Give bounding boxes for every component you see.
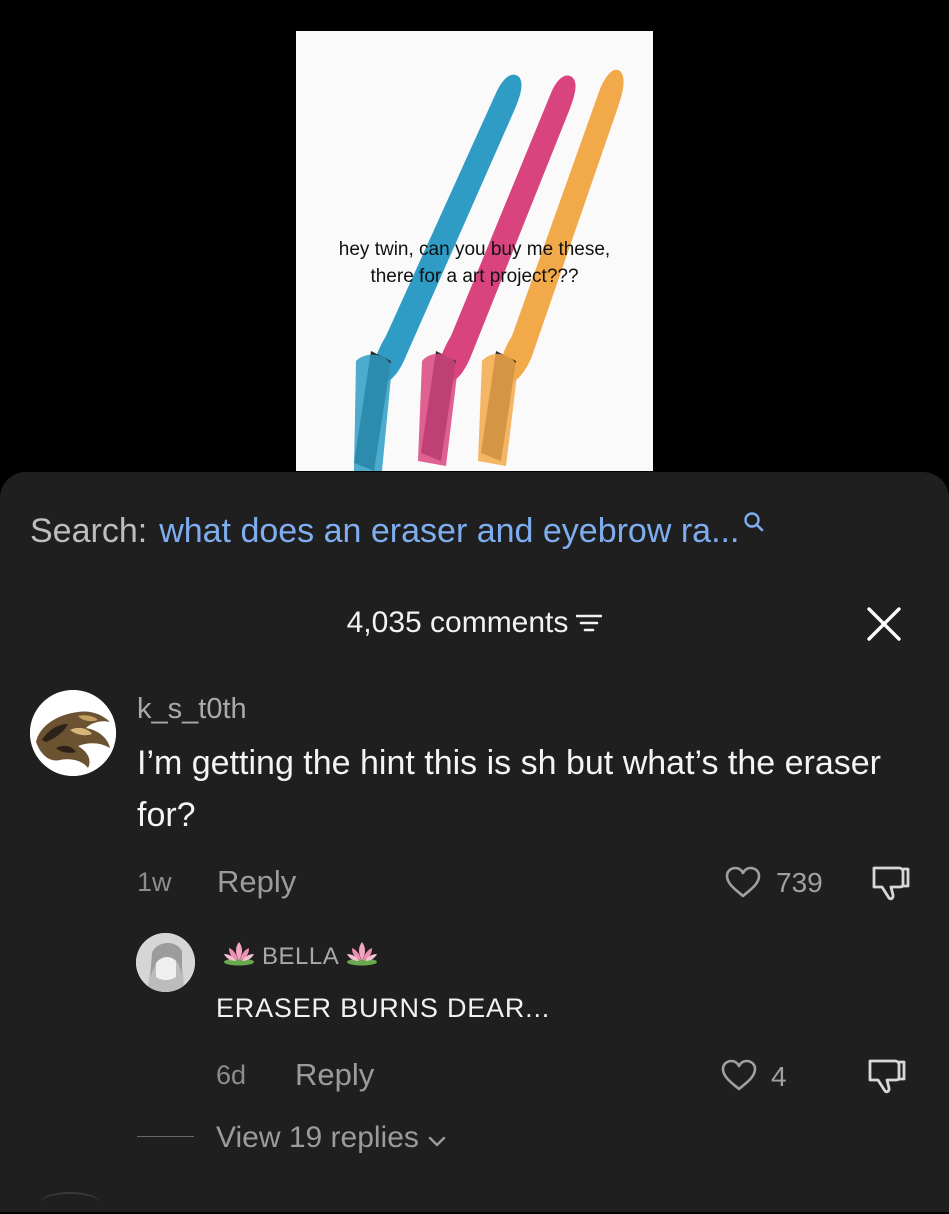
dislike-icon[interactable] [865,1057,907,1100]
heart-icon[interactable] [720,1058,758,1097]
lotus-icon [345,940,379,973]
caption-line-1: hey twin, can you buy me these, [338,239,611,260]
thread-divider [137,1136,194,1137]
search-prefix: Search: [30,511,148,550]
reply-time: 6d [216,1060,247,1090]
video-caption: hey twin, can you buy me these, there fo… [296,236,653,290]
view-replies-label: View 19 replies [216,1121,419,1154]
search-icon[interactable] [743,503,765,542]
reply-avatar[interactable] [136,933,195,992]
view-replies-button[interactable]: View 19 replies [216,1119,447,1157]
chevron-down-icon [427,1123,447,1157]
comment-username[interactable]: k_s_t0th [137,693,247,726]
reply-like-count: 4 [771,1061,787,1092]
dislike-icon[interactable] [869,864,911,907]
lotus-icon [222,940,256,973]
comment-text: I’m getting the hint this is sh but what… [137,744,881,834]
close-icon[interactable] [866,606,902,647]
avatar[interactable] [30,690,116,776]
reply-reply-button[interactable]: Reply [295,1057,374,1093]
video-thumbnail[interactable]: hey twin, can you buy me these, there fo… [296,31,653,471]
next-comment-avatar [40,1192,100,1214]
reply-text: ERASER BURNS DEAR... [216,993,551,1023]
comments-header: 4,035 comments [0,600,949,646]
reply-username-text: BELLA [262,942,340,970]
reply-username[interactable]: BELLA [216,940,385,973]
reply-button[interactable]: Reply [217,864,296,900]
search-query[interactable]: what does an eraser and eyebrow ra... [159,512,739,551]
comments-sheet [0,472,949,1212]
comments-count: 4,035 comments [346,606,569,639]
heart-icon[interactable] [724,865,762,904]
search-suggestion[interactable]: Search: what does an eraser and eyebrow … [30,508,765,554]
caption-line-2: there for a art project??? [370,266,579,287]
comment-time: 1w [137,867,172,897]
like-count: 739 [776,867,823,898]
sort-filter-icon[interactable] [576,608,603,642]
